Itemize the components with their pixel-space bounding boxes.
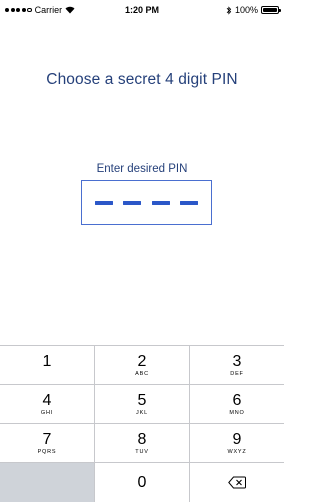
page-title: Choose a secret 4 digit PIN	[46, 71, 238, 88]
battery-icon	[261, 6, 281, 14]
keypad-row: 4 GHI 5 JKL 6 MNO	[0, 385, 284, 424]
pin-slot-1	[95, 200, 113, 205]
status-right: 100%	[226, 5, 281, 15]
bluetooth-icon	[226, 5, 232, 15]
key-digit: 6	[232, 391, 242, 409]
numeric-keypad: 1 2 ABC 3 DEF 4 GHI 5 JKL 6 MNO 7 PQRS 8…	[0, 345, 284, 504]
key-2[interactable]: 2 ABC	[95, 346, 190, 384]
key-0[interactable]: 0	[95, 463, 190, 502]
key-digit: 2	[137, 352, 147, 370]
key-digit: 4	[42, 391, 52, 409]
key-digit: 5	[137, 391, 147, 409]
status-bar: Carrier 1:20 PM 100%	[0, 0, 284, 20]
key-letters: PQRS	[37, 448, 57, 455]
backspace-icon	[228, 476, 246, 489]
keypad-row: 1 2 ABC 3 DEF	[0, 346, 284, 385]
key-digit: 1	[42, 352, 52, 370]
key-5[interactable]: 5 JKL	[95, 385, 190, 423]
key-digit: 9	[232, 430, 242, 448]
key-4[interactable]: 4 GHI	[0, 385, 95, 423]
key-digit: 7	[42, 430, 52, 448]
battery-percent: 100%	[234, 5, 258, 15]
key-digit: 3	[232, 352, 242, 370]
key-3[interactable]: 3 DEF	[190, 346, 284, 384]
keypad-row: 7 PQRS 8 TUV 9 WXYZ	[0, 424, 284, 463]
keypad-row: 0	[0, 463, 284, 502]
key-letters: WXYZ	[227, 448, 247, 455]
pin-slot-3	[151, 200, 170, 205]
key-letters: GHI	[40, 409, 54, 416]
key-letters: MNO	[229, 409, 245, 416]
key-blank	[0, 463, 95, 502]
key-9[interactable]: 9 WXYZ	[190, 424, 284, 462]
pin-slot-4	[179, 200, 198, 205]
key-letters: ABC	[135, 370, 149, 377]
pin-slot-2	[123, 200, 142, 205]
key-1[interactable]: 1	[0, 346, 95, 384]
key-letters: DEF	[230, 370, 244, 377]
key-letters: JKL	[136, 409, 148, 416]
key-7[interactable]: 7 PQRS	[0, 424, 95, 462]
key-letters: TUV	[135, 448, 149, 455]
key-digit: 8	[137, 430, 147, 448]
key-digit: 0	[137, 474, 147, 491]
key-6[interactable]: 6 MNO	[190, 385, 284, 423]
pin-input[interactable]	[81, 180, 212, 225]
key-8[interactable]: 8 TUV	[95, 424, 190, 462]
delete-key[interactable]	[190, 463, 284, 502]
pin-label: Enter desired PIN	[96, 163, 188, 175]
